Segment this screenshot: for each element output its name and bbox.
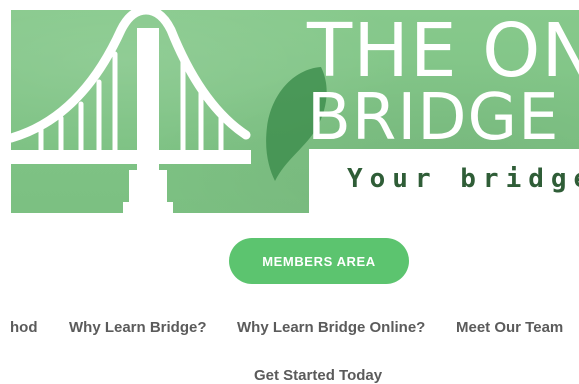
hero-tagline: Your bridge	[347, 164, 579, 194]
hero-title-line-2: BRIDGE S	[307, 81, 579, 155]
nav-link-method[interactable]: hod	[10, 320, 38, 335]
members-area-button[interactable]: MEMBERS AREA	[229, 238, 409, 284]
nav-link-get-started-today[interactable]: Get Started Today	[254, 368, 382, 383]
tagline-band: Your bridge	[309, 149, 579, 213]
nav-link-why-learn-bridge[interactable]: Why Learn Bridge?	[69, 320, 207, 335]
nav-link-meet-our-team[interactable]: Meet Our Team	[456, 320, 563, 335]
bridge-illustration-icon	[11, 10, 251, 213]
hero-title-line-1: THE ON	[307, 10, 579, 94]
hero-banner: THE ON BRIDGE S Your bridge	[11, 10, 579, 213]
nav-link-why-learn-bridge-online[interactable]: Why Learn Bridge Online?	[237, 320, 425, 335]
